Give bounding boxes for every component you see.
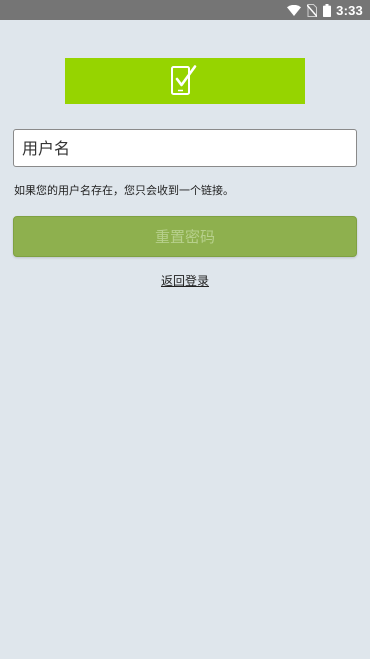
reset-password-button[interactable]: 重置密码 (13, 216, 357, 257)
phone-check-icon (170, 65, 200, 97)
back-to-login-label: 返回登录 (160, 274, 209, 288)
reset-password-label: 重置密码 (154, 228, 215, 246)
logo-banner (65, 58, 305, 104)
back-to-login-link[interactable]: 返回登录 (0, 272, 370, 290)
username-input[interactable] (13, 129, 357, 167)
status-time: 3:33 (336, 2, 363, 18)
wifi-icon (287, 4, 302, 16)
battery-icon (323, 3, 332, 17)
hint-text: 如果您的用户名存在，您只会收到一个链接。 (14, 184, 234, 197)
no-sim-icon (307, 3, 318, 17)
status-bar: 3:33 (0, 0, 370, 20)
